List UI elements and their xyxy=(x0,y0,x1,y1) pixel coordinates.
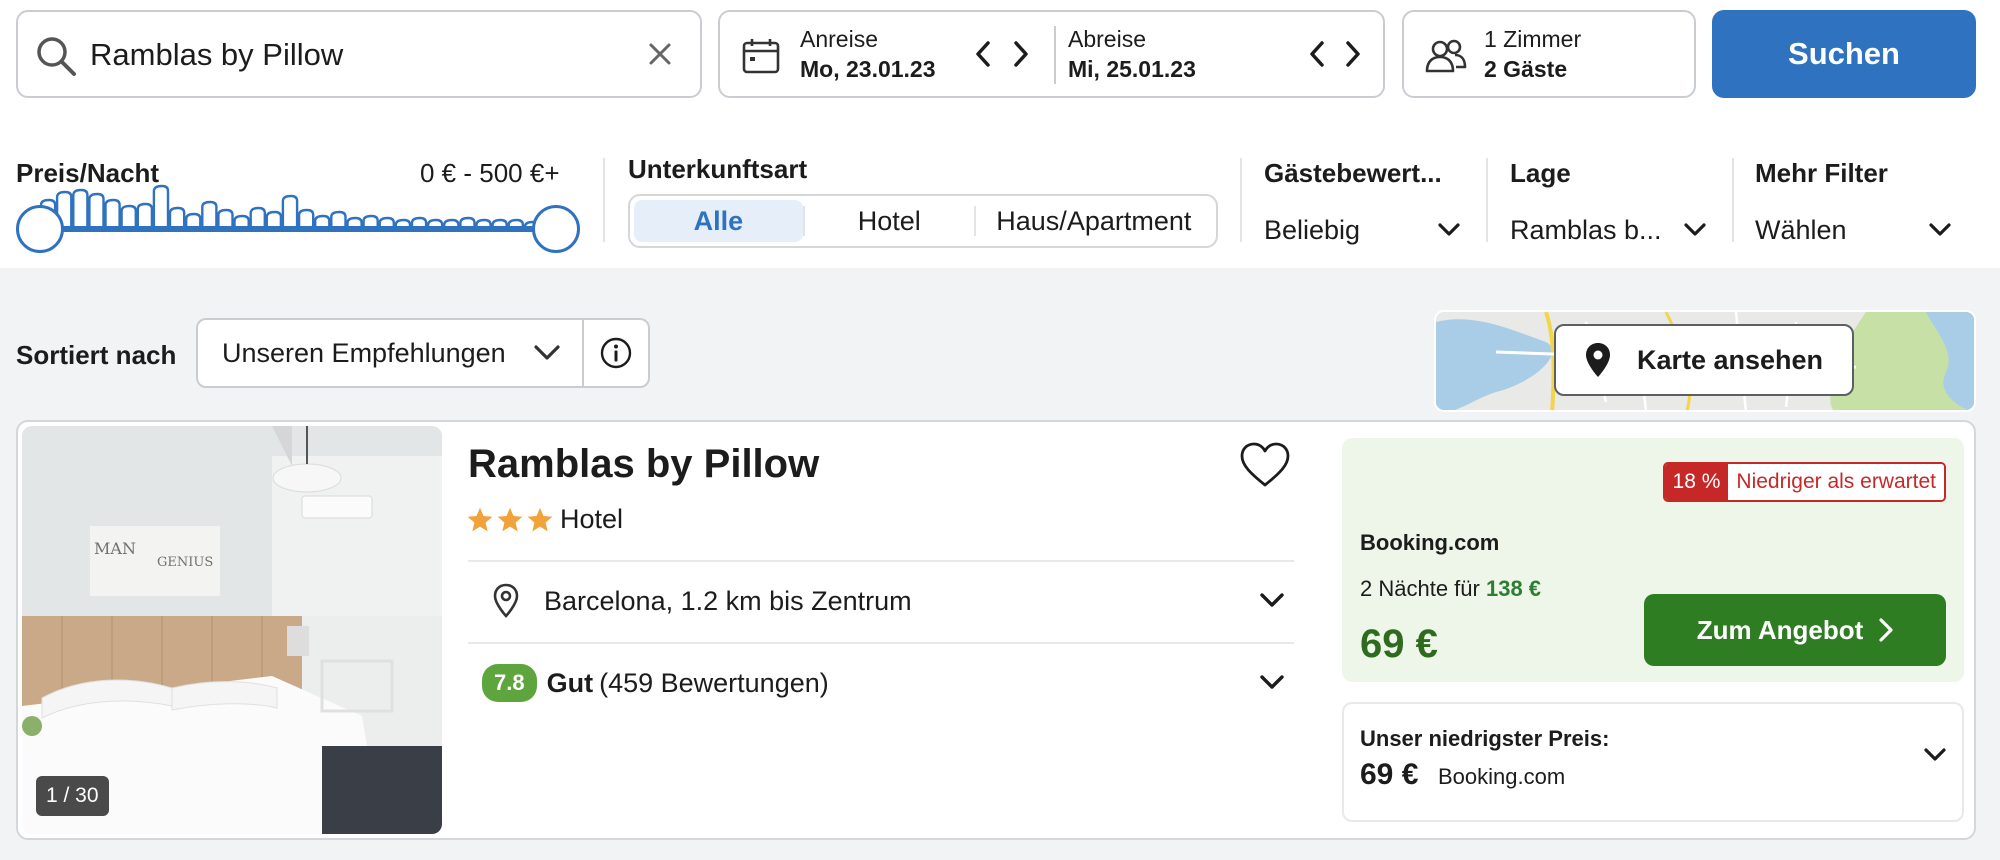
rating-filter-dropdown[interactable]: Beliebig xyxy=(1264,210,1460,250)
location-pin-icon xyxy=(492,583,520,619)
accommodation-type-label: Unterkunftsart xyxy=(628,154,808,184)
search-icon xyxy=(34,34,78,78)
guests-picker[interactable]: 1 Zimmer 2 Gäste xyxy=(1402,10,1696,98)
more-filters-dropdown[interactable]: Wählen xyxy=(1755,210,1951,250)
deal-box[interactable]: 18 % Niedriger als erwartet Booking.com … xyxy=(1342,438,1964,682)
star-rating xyxy=(466,506,554,534)
svg-text:GENIUS: GENIUS xyxy=(157,555,213,570)
map-pin-icon xyxy=(1585,343,1610,377)
svg-text:MAN: MAN xyxy=(94,539,136,558)
view-offer-label: Zum Angebot xyxy=(1696,614,1864,645)
rating-score-badge: 7.8 xyxy=(482,664,537,702)
chevron-down-icon xyxy=(1438,223,1460,236)
chevron-down-icon xyxy=(1260,675,1284,689)
info-icon xyxy=(600,337,632,369)
price-slider-max-handle[interactable] xyxy=(532,205,580,253)
chevron-down-icon xyxy=(1684,223,1706,236)
chevron-down-icon xyxy=(534,345,560,360)
photo-counter: 1 / 30 xyxy=(36,776,109,816)
lowest-price-label: Unser niedrigster Preis: xyxy=(1360,726,1610,751)
dates-divider xyxy=(1054,26,1056,84)
location-filter-value: Ramblas b... xyxy=(1510,214,1662,245)
type-option-hotel[interactable]: Hotel xyxy=(805,200,974,242)
hotel-type: Hotel xyxy=(560,504,624,534)
clear-search-icon[interactable] xyxy=(648,42,672,66)
guests-value: 2 Gäste xyxy=(1484,56,1568,82)
rating-row[interactable]: 7.8 Gut (459 Bewertungen) xyxy=(468,644,1294,722)
filter-divider xyxy=(603,158,605,242)
deal-price: 69 € xyxy=(1360,622,1438,666)
nights-total-price: 138 € xyxy=(1485,576,1542,601)
hotel-photo[interactable]: MAN GENIUS 1 / 30 xyxy=(22,426,442,834)
price-alert-badge: 18 % Niedriger als erwartet xyxy=(1662,462,1946,502)
filter-divider xyxy=(1240,158,1242,242)
star-icon xyxy=(527,507,553,532)
chevron-down-icon xyxy=(1260,593,1284,607)
view-offer-button[interactable]: Zum Angebot xyxy=(1644,594,1946,666)
rating-word: Gut xyxy=(546,667,594,698)
price-histogram xyxy=(40,184,540,230)
histogram-bars xyxy=(40,184,540,230)
guests-icon xyxy=(1424,38,1468,74)
more-filters-label: Mehr Filter xyxy=(1755,158,1888,188)
type-option-house-apartment[interactable]: Haus/Apartment xyxy=(976,200,1212,242)
checkin-value[interactable]: Mo, 23.01.23 xyxy=(800,56,936,83)
view-map-label: Karte ansehen xyxy=(1636,344,1824,375)
nights-total: 2 Nächte für 138 € xyxy=(1360,576,1541,602)
date-picker[interactable]: Anreise Mo, 23.01.23 Abreise Mi, 25.01.2… xyxy=(718,10,1385,98)
filter-divider xyxy=(1732,158,1734,242)
checkout-label: Abreise xyxy=(1068,26,1146,52)
chevron-right-icon xyxy=(1879,618,1893,642)
view-map-button[interactable]: Karte ansehen xyxy=(1554,324,1854,396)
sort-dropdown[interactable]: Unseren Empfehlungen xyxy=(196,318,584,388)
sort-info-button[interactable] xyxy=(584,318,650,388)
favorite-heart-icon[interactable] xyxy=(1240,442,1290,488)
star-icon xyxy=(467,507,493,532)
checkout-prev-chevron-left-icon[interactable] xyxy=(1302,34,1332,74)
location-filter-dropdown[interactable]: Ramblas b... xyxy=(1510,210,1706,250)
calendar-icon xyxy=(742,38,780,74)
search-button[interactable]: Suchen xyxy=(1712,10,1976,98)
star-icon xyxy=(497,507,523,532)
lowest-price-value: 69 € xyxy=(1360,758,1419,791)
rating-filter-label: Gästebewert... xyxy=(1264,158,1442,188)
location-row[interactable]: Barcelona, 1.2 km bis Zentrum xyxy=(468,562,1294,640)
price-slider-min-handle[interactable] xyxy=(16,205,64,253)
hotel-name[interactable]: Ramblas by Pillow xyxy=(468,442,819,487)
hotel-card[interactable]: MAN GENIUS 1 / 30 Ramblas by Pillow Hote… xyxy=(16,420,1976,840)
filter-divider xyxy=(1486,158,1488,242)
discount-percent: 18 % xyxy=(1664,464,1729,500)
more-filters-value: Wählen xyxy=(1755,214,1847,245)
location-text: Barcelona, 1.2 km bis Zentrum xyxy=(544,585,912,616)
checkin-next-chevron-right-icon[interactable] xyxy=(1006,34,1036,74)
sort-label: Sortiert nach xyxy=(16,340,177,370)
type-option-all[interactable]: Alle xyxy=(634,200,803,242)
search-input-value[interactable]: Ramblas by Pillow xyxy=(90,37,343,73)
price-slider-track[interactable] xyxy=(38,226,558,232)
discount-text: Niedriger als erwartet xyxy=(1728,464,1944,500)
sort-value: Unseren Empfehlungen xyxy=(222,337,506,368)
checkin-prev-chevron-left-icon[interactable] xyxy=(968,34,998,74)
deal-provider: Booking.com xyxy=(1360,530,1500,555)
checkout-value[interactable]: Mi, 25.01.23 xyxy=(1068,56,1196,83)
checkin-label: Anreise xyxy=(800,26,878,52)
lowest-price-box[interactable]: Unser niedrigster Preis: 69 € Booking.co… xyxy=(1342,702,1964,822)
nights-text: 2 Nächte für xyxy=(1360,576,1480,601)
search-field[interactable]: Ramblas by Pillow xyxy=(16,10,702,98)
location-filter-label: Lage xyxy=(1510,158,1571,188)
chevron-down-icon xyxy=(1929,223,1951,236)
checkout-next-chevron-right-icon[interactable] xyxy=(1338,34,1368,74)
chevron-down-icon xyxy=(1924,748,1946,761)
accommodation-type-toggle[interactable]: Alle Hotel Haus/Apartment xyxy=(628,194,1218,248)
lowest-price-provider: Booking.com xyxy=(1438,764,1566,789)
rooms-value: 1 Zimmer xyxy=(1484,26,1582,52)
review-count: (459 Bewertungen) xyxy=(599,667,829,698)
rating-filter-value: Beliebig xyxy=(1264,214,1361,245)
